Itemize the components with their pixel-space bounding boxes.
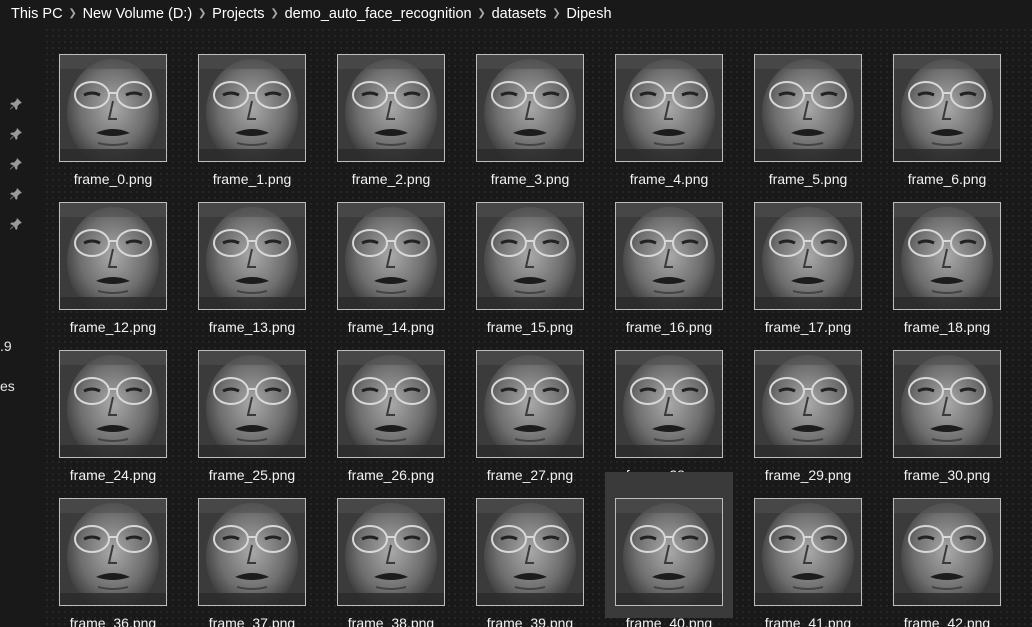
image-thumbnail: [754, 498, 862, 606]
file-item[interactable]: frame_28.png: [605, 324, 733, 483]
file-item[interactable]: frame_37.png: [188, 472, 316, 627]
file-item[interactable]: frame_38.png: [327, 472, 455, 627]
image-thumbnail: [893, 498, 1001, 606]
file-explorer-window: This PC ❯ New Volume (D:) ❯ Projects ❯ d…: [0, 0, 1032, 627]
image-thumbnail: [198, 498, 306, 606]
file-item[interactable]: frame_18.png: [883, 176, 1011, 335]
image-thumbnail: [476, 54, 584, 162]
file-list-view[interactable]: frame_0.png frame_1.png frame_2.png frame_3…: [44, 27, 1032, 627]
file-name-label: frame_37.png: [208, 615, 296, 627]
file-item[interactable]: frame_26.png: [327, 324, 455, 483]
file-item[interactable]: frame_24.png: [49, 324, 177, 483]
image-thumbnail: [198, 350, 306, 458]
image-thumbnail: [59, 54, 167, 162]
image-thumbnail: [615, 54, 723, 162]
file-item[interactable]: frame_2.png: [327, 28, 455, 187]
chevron-right-icon[interactable]: ❯: [192, 8, 212, 19]
file-item[interactable]: frame_0.png: [49, 28, 177, 187]
image-thumbnail: [754, 54, 862, 162]
file-item[interactable]: frame_36.png: [49, 472, 177, 627]
file-item[interactable]: frame_1.png: [188, 28, 316, 187]
image-thumbnail: [337, 498, 445, 606]
file-item[interactable]: frame_3.png: [466, 28, 594, 187]
chevron-right-icon[interactable]: ❯: [546, 8, 566, 19]
image-thumbnail: [59, 498, 167, 606]
file-item[interactable]: frame_15.png: [466, 176, 594, 335]
file-name-label: frame_40.png: [625, 615, 713, 627]
file-item[interactable]: frame_16.png: [605, 176, 733, 335]
file-item[interactable]: frame_17.png: [744, 176, 872, 335]
file-item[interactable]: frame_4.png: [605, 28, 733, 187]
image-thumbnail: [476, 350, 584, 458]
image-thumbnail: [893, 54, 1001, 162]
file-item[interactable]: frame_6.png: [883, 28, 1011, 187]
file-item[interactable]: frame_29.png: [744, 324, 872, 483]
file-item[interactable]: frame_25.png: [188, 324, 316, 483]
pin-icon[interactable]: [9, 127, 23, 141]
breadcrumb-this-pc[interactable]: This PC: [11, 4, 63, 24]
nav-partial-text[interactable]: .9: [0, 338, 12, 354]
breadcrumb-new-volume[interactable]: New Volume (D:): [83, 4, 193, 24]
pin-icon[interactable]: [9, 187, 23, 201]
breadcrumb-demo-auto-face-recognition[interactable]: demo_auto_face_recognition: [285, 4, 472, 24]
image-thumbnail: [476, 202, 584, 310]
navigation-pane: .9 es: [0, 27, 44, 627]
file-item[interactable]: frame_14.png: [327, 176, 455, 335]
file-item[interactable]: frame_5.png: [744, 28, 872, 187]
image-thumbnail: [476, 498, 584, 606]
chevron-right-icon[interactable]: ❯: [63, 8, 83, 19]
image-thumbnail: [754, 202, 862, 310]
nav-partial-text[interactable]: es: [0, 378, 15, 394]
image-thumbnail: [615, 202, 723, 310]
file-name-label: frame_36.png: [69, 615, 157, 627]
breadcrumb-dipesh[interactable]: Dipesh: [566, 4, 611, 24]
image-thumbnail: [337, 54, 445, 162]
image-thumbnail: [59, 350, 167, 458]
file-item[interactable]: frame_40.png: [605, 472, 733, 627]
file-item[interactable]: frame_12.png: [49, 176, 177, 335]
image-thumbnail: [893, 350, 1001, 458]
image-thumbnail: [337, 350, 445, 458]
file-item[interactable]: frame_13.png: [188, 176, 316, 335]
file-item[interactable]: frame_30.png: [883, 324, 1011, 483]
chevron-right-icon[interactable]: ❯: [265, 8, 285, 19]
image-thumbnail: [198, 54, 306, 162]
file-name-label: frame_38.png: [347, 615, 435, 627]
file-item[interactable]: frame_42.png: [883, 472, 1011, 627]
file-item[interactable]: frame_39.png: [466, 472, 594, 627]
image-thumbnail: [615, 498, 723, 606]
image-thumbnail: [337, 202, 445, 310]
breadcrumb-datasets[interactable]: datasets: [492, 4, 547, 24]
file-item[interactable]: frame_27.png: [466, 324, 594, 483]
image-thumbnail: [893, 202, 1001, 310]
breadcrumb-projects[interactable]: Projects: [212, 4, 264, 24]
image-thumbnail: [754, 350, 862, 458]
image-thumbnail: [198, 202, 306, 310]
file-name-label: frame_39.png: [486, 615, 574, 627]
file-item[interactable]: frame_41.png: [744, 472, 872, 627]
breadcrumb: This PC ❯ New Volume (D:) ❯ Projects ❯ d…: [0, 0, 1032, 27]
pin-icon[interactable]: [9, 157, 23, 171]
file-name-label: frame_42.png: [903, 615, 991, 627]
pin-icon[interactable]: [9, 97, 23, 111]
image-thumbnail: [59, 202, 167, 310]
chevron-right-icon[interactable]: ❯: [472, 8, 492, 19]
image-thumbnail: [615, 350, 723, 458]
file-name-label: frame_41.png: [764, 615, 852, 627]
pin-icon[interactable]: [9, 217, 23, 231]
